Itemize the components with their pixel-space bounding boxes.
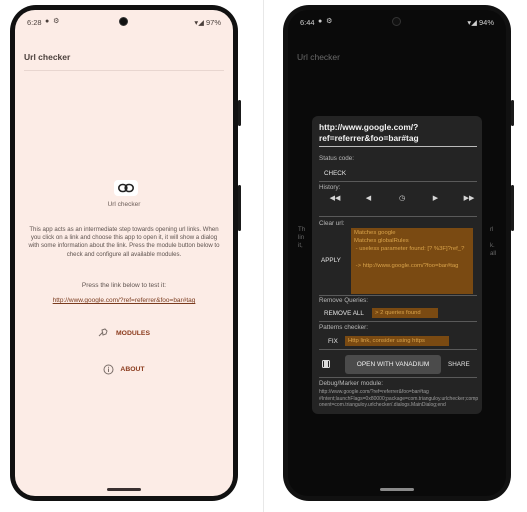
- power-button: [238, 100, 241, 126]
- about-button[interactable]: ABOUT: [15, 364, 233, 375]
- panel-divider: [263, 0, 264, 512]
- section-divider: [319, 216, 477, 217]
- clear-url-result: Matches google Matches globalRules - use…: [351, 228, 473, 294]
- dialog-url[interactable]: http://www.google.com/?ref=referrer&foo=…: [319, 122, 477, 147]
- url-dialog: http://www.google.com/?ref=referrer&foo=…: [312, 116, 482, 414]
- queries-found[interactable]: > 2 queries found: [372, 308, 438, 319]
- patterns-label: Patterns checker:: [319, 324, 368, 331]
- debug-label: Debug/Marker module:: [319, 380, 384, 387]
- info-icon: [103, 364, 114, 375]
- test-link[interactable]: http://www.google.com/?ref=referrer&foo=…: [15, 297, 233, 304]
- status-time: 6:44: [300, 18, 315, 27]
- home-indicator[interactable]: [107, 488, 141, 491]
- app-title: Url checker: [297, 52, 340, 62]
- history-controls: ◀◀ ◀ ◷ ▶ ▶▶: [327, 194, 477, 202]
- share-button[interactable]: SHARE: [448, 361, 470, 368]
- screen-main: 6:28 ● ⚙ ▾◢ 97% Url checker Url checker …: [15, 10, 233, 496]
- volume-button: [238, 185, 241, 231]
- status-time: 6:28: [27, 18, 42, 27]
- section-divider: [319, 181, 477, 182]
- browser-icon[interactable]: [322, 360, 330, 368]
- section-divider: [319, 321, 477, 322]
- status-battery: ▾◢ 97%: [194, 18, 221, 27]
- app-description: This app acts as an intermediate step to…: [28, 226, 220, 258]
- apply-button[interactable]: APPLY: [321, 257, 341, 264]
- rewind-icon[interactable]: ◀◀: [327, 194, 343, 202]
- open-with-label: OPEN WITH VANADIUM: [356, 361, 430, 368]
- power-button: [511, 100, 514, 126]
- section-divider: [319, 295, 477, 296]
- modules-label: MODULES: [116, 329, 150, 337]
- pattern-warning: Http link, consider using https: [345, 336, 449, 347]
- history-label: History:: [319, 184, 341, 191]
- status-code-label: Status code:: [319, 155, 355, 162]
- app-bar: Url checker: [288, 48, 506, 78]
- app-logo: [114, 180, 138, 196]
- background-text: all: [490, 250, 497, 257]
- phone-main-screen: 6:28 ● ⚙ ▾◢ 97% Url checker Url checker …: [10, 5, 241, 501]
- volume-button: [511, 185, 514, 231]
- fix-button[interactable]: FIX: [328, 338, 338, 345]
- front-camera: [119, 17, 128, 26]
- modules-button[interactable]: MODULES: [15, 328, 233, 338]
- background-text: it,: [298, 242, 303, 249]
- remove-queries-label: Remove Queries:: [319, 297, 368, 304]
- puzzle-icon: [98, 328, 108, 337]
- check-button[interactable]: CHECK: [324, 170, 346, 177]
- clock-icon[interactable]: ◷: [394, 194, 410, 202]
- logo-label: Url checker: [107, 201, 141, 208]
- previous-icon[interactable]: ◀: [361, 194, 377, 202]
- app-bar-divider: [24, 70, 224, 71]
- section-divider: [319, 349, 477, 350]
- front-camera: [392, 17, 401, 26]
- clear-url-label: Clear url:: [319, 220, 345, 227]
- debug-text: http://www.google.com/?ref=referrer&foo=…: [319, 389, 479, 409]
- app-bar: Url checker: [15, 48, 233, 78]
- notification-icons: ● ⚙: [318, 18, 334, 25]
- remove-all-button[interactable]: REMOVE ALL: [324, 310, 364, 317]
- background-text: k.: [490, 242, 495, 249]
- next-icon[interactable]: ▶: [428, 194, 444, 202]
- screenshot-canvas: 6:28 ● ⚙ ▾◢ 97% Url checker Url checker …: [0, 0, 527, 512]
- home-indicator[interactable]: [380, 488, 414, 491]
- test-instruction: Press the link below to test it:: [81, 282, 167, 289]
- status-battery: ▾◢ 94%: [467, 18, 494, 27]
- fast-forward-icon[interactable]: ▶▶: [461, 194, 477, 202]
- app-title: Url checker: [24, 52, 71, 62]
- background-text: lin: [298, 234, 305, 241]
- about-label: ABOUT: [120, 366, 145, 373]
- notification-icons: ● ⚙: [45, 18, 61, 25]
- background-text: rl: [490, 226, 494, 233]
- open-with-button[interactable]: OPEN WITH VANADIUM: [345, 355, 441, 374]
- screen-dialog: 6:44 ● ⚙ ▾◢ 94% Url checker Th lin it, r…: [288, 10, 506, 496]
- link-icon: [118, 183, 134, 193]
- phone-dialog-screen: 6:44 ● ⚙ ▾◢ 94% Url checker Th lin it, r…: [283, 5, 514, 501]
- background-text: Th: [298, 226, 306, 233]
- section-divider: [319, 377, 477, 378]
